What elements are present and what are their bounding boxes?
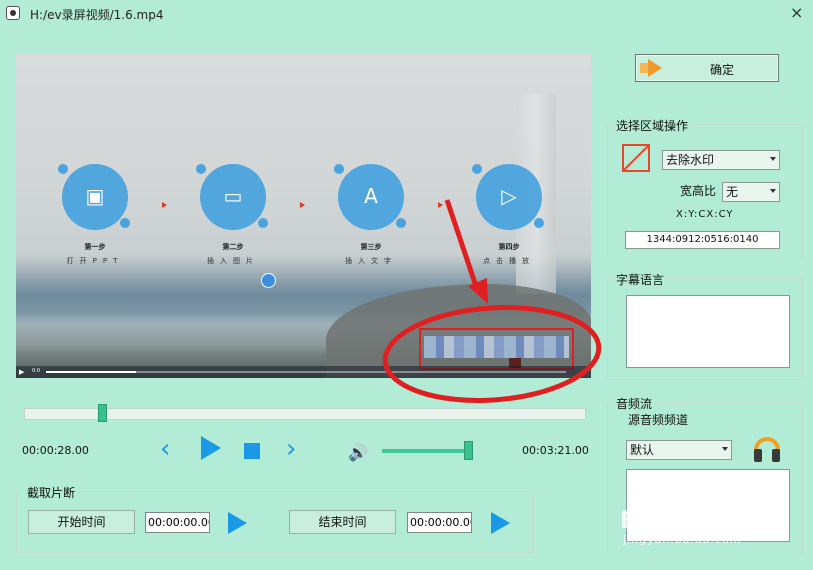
next-icon[interactable]: ›: [286, 436, 296, 462]
close-icon[interactable]: ×: [790, 3, 803, 22]
watermark-selection-box[interactable]: [419, 328, 574, 370]
play-icon: ▶: [19, 368, 25, 376]
volume-thumb[interactable]: [463, 441, 473, 460]
baidu-watermark-url: jingyan.baidu.com: [623, 533, 742, 546]
crop-icon: [622, 144, 650, 172]
embedded-progress: [46, 371, 136, 373]
baidu-watermark: Baidu经验: [620, 506, 745, 534]
step-title: 第二步: [222, 243, 244, 251]
start-time-field[interactable]: [145, 512, 210, 533]
region-group-title: 选择区域操作: [614, 117, 691, 134]
chevron-down-icon: [770, 157, 776, 161]
aspect-ratio-value: 无: [726, 185, 739, 199]
aspect-ratio-label: 宽高比: [680, 184, 717, 198]
previous-icon[interactable]: ‹: [160, 436, 170, 462]
stop-button[interactable]: [244, 443, 260, 459]
step-title: 第四步: [498, 243, 520, 251]
audio-channel-label: 源音频频道: [628, 413, 689, 427]
step-title: 第三步: [360, 243, 382, 251]
chevron-down-icon: [770, 189, 776, 193]
ok-button-label: 确定: [709, 63, 734, 77]
play-start-icon[interactable]: [228, 512, 247, 534]
step-arrow-icon: [300, 202, 305, 208]
embedded-time: 0:0: [32, 368, 41, 374]
audio-group-title: 音频流: [614, 395, 655, 412]
play-end-icon[interactable]: [491, 512, 510, 534]
current-time: 00:00:28.00: [22, 444, 89, 457]
title-bar: H:/ev录屏视频/1.6.mp4 ×: [0, 0, 813, 26]
step-subtitle: 插入图片: [207, 257, 259, 265]
embedded-player-bar: ▶ 0:0: [16, 366, 591, 378]
step-subtitle: 打开PPT: [66, 257, 124, 265]
video-preview[interactable]: ▣ 第一步 打开PPT ▭ 第二步 插入图片 A 第三步 插入文字 ▷ 第四步 …: [16, 54, 591, 378]
total-time: 00:03:21.00: [522, 444, 589, 457]
subtitle-list[interactable]: [626, 295, 790, 368]
subtitle-group-title: 字幕语言: [614, 271, 667, 288]
aspect-ratio-select[interactable]: 无: [722, 182, 780, 202]
volume-slider[interactable]: [382, 449, 472, 453]
operation-select[interactable]: 去除水印: [662, 150, 780, 170]
step-arrow-icon: [438, 202, 443, 208]
operation-select-value: 去除水印: [666, 153, 715, 167]
seek-bar[interactable]: [24, 408, 586, 420]
step-subtitle: 点击播放: [483, 257, 535, 265]
globe-icon: [261, 273, 276, 288]
coord-header: X:Y:CX:CY: [676, 209, 734, 220]
chevron-down-icon: [722, 447, 728, 451]
coord-field[interactable]: 1344:0912:0516:0140: [625, 231, 780, 249]
app-icon: [6, 6, 20, 20]
step-subtitle: 插入文字: [345, 257, 397, 265]
volume-icon[interactable]: 🔊: [348, 443, 368, 462]
audio-channel-value: 默认: [630, 443, 655, 457]
start-time-button[interactable]: 开始时间: [28, 510, 135, 534]
step-title: 第一步: [84, 243, 106, 251]
audio-channel-select[interactable]: 默认: [626, 440, 732, 460]
end-time-button[interactable]: 结束时间: [289, 510, 396, 534]
ok-button[interactable]: 确定: [635, 54, 779, 82]
end-time-field[interactable]: [407, 512, 472, 533]
step-arrow-icon: [162, 202, 167, 208]
seek-thumb[interactable]: [98, 404, 108, 422]
headphones-icon: [754, 437, 780, 462]
play-button[interactable]: [201, 436, 221, 460]
window-title: H:/ev录屏视频/1.6.mp4: [30, 8, 164, 22]
clip-group-title: 截取片断: [24, 484, 79, 501]
